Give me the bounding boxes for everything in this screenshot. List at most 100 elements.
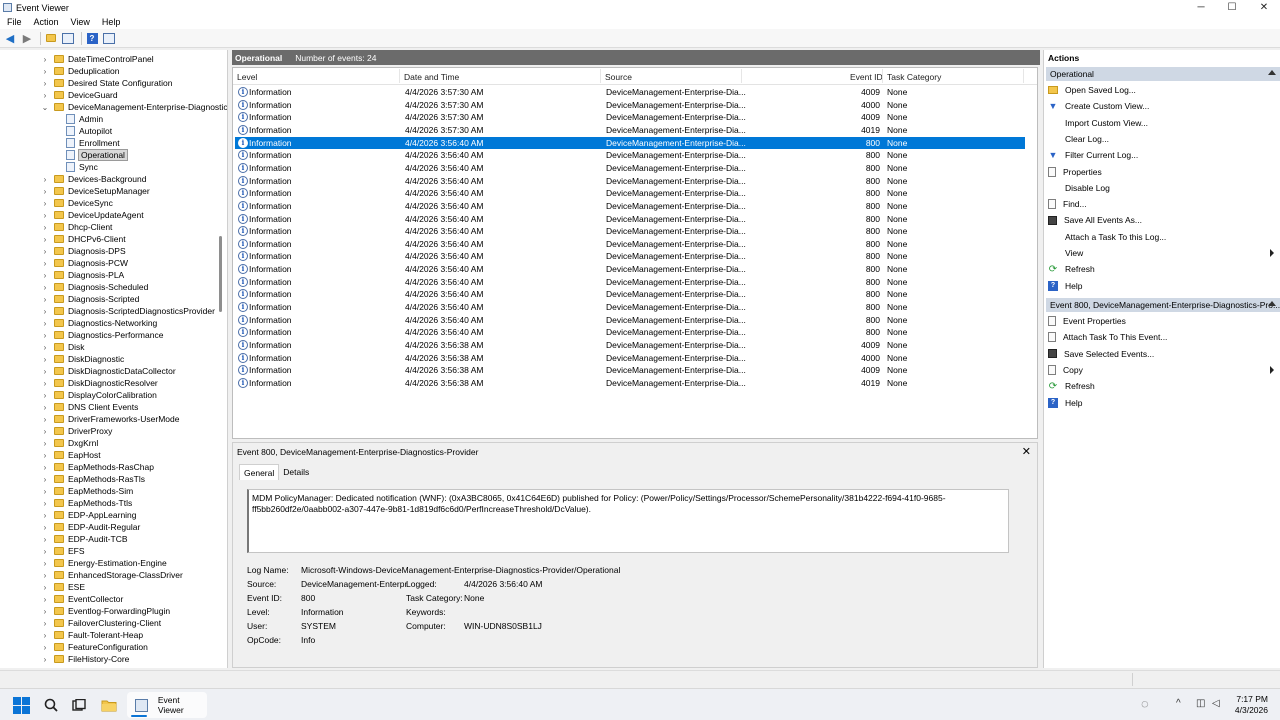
- chevron-up-icon[interactable]: ^: [1176, 698, 1181, 709]
- chevron-right-icon[interactable]: ›: [41, 451, 49, 460]
- event-row[interactable]: i Information 4/4/2026 3:56:40 AM DeviceMan…: [235, 301, 1025, 313]
- event-row[interactable]: i Information 4/4/2026 3:57:30 AM DeviceMan…: [235, 99, 1025, 111]
- tree-item[interactable]: Operational: [66, 149, 128, 161]
- tree-item[interactable]: › EapMethods-Sim: [41, 485, 134, 497]
- action-item[interactable]: ? Help: [1048, 396, 1278, 410]
- tree-item[interactable]: › DxgKrnl: [41, 437, 99, 449]
- chevron-right-icon[interactable]: ›: [41, 427, 49, 436]
- column-divider[interactable]: [882, 69, 883, 83]
- chevron-right-icon[interactable]: ›: [41, 523, 49, 532]
- event-row[interactable]: i Information 4/4/2026 3:57:30 AM DeviceMan…: [235, 86, 1025, 98]
- menu-help[interactable]: Help: [102, 17, 121, 27]
- tree-item[interactable]: › Fault-Tolerant-Heap: [41, 629, 143, 641]
- tree-item[interactable]: › FeatureConfiguration: [41, 641, 148, 653]
- column-divider[interactable]: [1023, 69, 1024, 83]
- chevron-right-icon[interactable]: ›: [41, 307, 49, 316]
- logged-value[interactable]: 4/4/2026 3:56:40 AM: [464, 579, 542, 589]
- event-row[interactable]: i Information 4/4/2026 3:57:30 AM DeviceMan…: [235, 111, 1025, 123]
- up-folder-button[interactable]: [44, 31, 58, 45]
- chevron-right-icon[interactable]: ›: [41, 367, 49, 376]
- tree-item[interactable]: › Diagnosis-DPS: [41, 245, 126, 257]
- chevron-right-icon[interactable]: ›: [41, 67, 49, 76]
- back-button[interactable]: ◀: [3, 31, 17, 45]
- tree-item[interactable]: › Diagnosis-PCW: [41, 257, 128, 269]
- help-toolbar-button[interactable]: ?: [85, 31, 99, 45]
- chevron-right-icon[interactable]: ›: [41, 271, 49, 280]
- event-row[interactable]: i Information 4/4/2026 3:56:40 AM DeviceMan…: [235, 149, 1025, 161]
- chevron-right-icon[interactable]: ›: [41, 619, 49, 628]
- chevron-right-icon[interactable]: ›: [41, 235, 49, 244]
- event-description[interactable]: MDM PolicyManager: Dedicated notificatio…: [247, 489, 1009, 553]
- speaker-icon[interactable]: ◁: [1212, 698, 1220, 709]
- chevron-right-icon[interactable]: ›: [41, 319, 49, 328]
- action-item[interactable]: ? Help: [1048, 279, 1278, 293]
- task-view-button[interactable]: [68, 694, 90, 716]
- column-level[interactable]: Level: [237, 72, 257, 82]
- tree-item[interactable]: › Energy-Estimation-Engine: [41, 557, 167, 569]
- chevron-right-icon[interactable]: ›: [41, 199, 49, 208]
- chevron-right-icon[interactable]: ›: [41, 175, 49, 184]
- opcode-value[interactable]: Info: [301, 635, 315, 645]
- chevron-right-icon[interactable]: ›: [41, 331, 49, 340]
- column-date-time[interactable]: Date and Time: [404, 72, 459, 82]
- chevron-right-icon[interactable]: ›: [41, 259, 49, 268]
- column-divider[interactable]: [741, 69, 742, 83]
- network-icon[interactable]: ◫: [1196, 698, 1205, 709]
- clock[interactable]: 7:17 PM 4/3/2026: [1228, 694, 1268, 716]
- event-row[interactable]: i Information 4/4/2026 3:57:30 AM DeviceMan…: [235, 124, 1025, 136]
- event-row[interactable]: i Information 4/4/2026 3:56:40 AM DeviceMan…: [235, 326, 1025, 338]
- action-item[interactable]: Properties: [1048, 165, 1278, 179]
- file-explorer-button[interactable]: [98, 694, 120, 716]
- column-divider[interactable]: [399, 69, 400, 83]
- action-item[interactable]: Save All Events As...: [1048, 213, 1278, 227]
- event-row[interactable]: i Information 4/4/2026 3:56:40 AM DeviceMan…: [235, 213, 1025, 225]
- show-hide-action-pane-button[interactable]: [102, 31, 116, 45]
- column-source[interactable]: Source: [605, 72, 632, 82]
- action-item[interactable]: View: [1048, 246, 1278, 260]
- event-row[interactable]: i Information 4/4/2026 3:56:40 AM DeviceMan…: [235, 314, 1025, 326]
- tree-item[interactable]: › EventCollector: [41, 593, 124, 605]
- action-item[interactable]: Import Custom View...: [1048, 116, 1278, 130]
- show-hide-tree-button[interactable]: [61, 31, 75, 45]
- event-row[interactable]: i Information 4/4/2026 3:56:40 AM DeviceMan…: [235, 263, 1025, 275]
- minimize-button[interactable]: ─: [1185, 0, 1217, 15]
- chevron-right-icon[interactable]: ›: [41, 463, 49, 472]
- maximize-button[interactable]: ☐: [1216, 0, 1248, 15]
- action-item[interactable]: Clear Log...: [1048, 132, 1278, 146]
- chevron-down-icon[interactable]: ⌄: [41, 103, 49, 112]
- tree-item[interactable]: › EDP-AppLearning: [41, 509, 137, 521]
- action-item[interactable]: Attach a Task To this Log...: [1048, 230, 1278, 244]
- collapse-icon[interactable]: [1268, 70, 1276, 75]
- chevron-right-icon[interactable]: ›: [41, 343, 49, 352]
- action-item[interactable]: ▼ Create Custom View...: [1048, 99, 1278, 113]
- action-item[interactable]: Event Properties: [1048, 314, 1278, 328]
- tree-item[interactable]: › DeviceUpdateAgent: [41, 209, 144, 221]
- chevron-right-icon[interactable]: ›: [41, 55, 49, 64]
- user-value[interactable]: SYSTEM: [301, 621, 336, 631]
- chevron-right-icon[interactable]: ›: [41, 595, 49, 604]
- tree-item[interactable]: › DiskDiagnosticResolver: [41, 377, 158, 389]
- chevron-right-icon[interactable]: ›: [41, 355, 49, 364]
- tree-item[interactable]: › Diagnosis-Scripted: [41, 293, 140, 305]
- event-row[interactable]: i Information 4/4/2026 3:56:40 AM DeviceMan…: [235, 238, 1025, 250]
- action-item[interactable]: ⟳ Refresh: [1048, 379, 1278, 393]
- column-event-id[interactable]: Event ID: [850, 72, 883, 82]
- tree-item[interactable]: › Diagnosis-ScriptedDiagnosticsProvider: [41, 305, 215, 317]
- tree-vertical-scrollbar[interactable]: [219, 236, 222, 312]
- event-row[interactable]: i Information 4/4/2026 3:56:38 AM DeviceMan…: [235, 377, 1025, 389]
- chevron-right-icon[interactable]: ›: [41, 571, 49, 580]
- chevron-right-icon[interactable]: ›: [41, 391, 49, 400]
- chevron-right-icon[interactable]: ›: [41, 499, 49, 508]
- chevron-right-icon[interactable]: ›: [41, 403, 49, 412]
- tree-item[interactable]: › DeviceSync: [41, 197, 113, 209]
- tree-item[interactable]: › EDP-Audit-TCB: [41, 533, 128, 545]
- tree-item[interactable]: › Disk: [41, 341, 85, 353]
- action-item[interactable]: Disable Log: [1048, 181, 1278, 195]
- tree-item[interactable]: › ESE: [41, 581, 85, 593]
- tab-details[interactable]: Details: [279, 464, 313, 480]
- chevron-right-icon[interactable]: ›: [41, 439, 49, 448]
- column-divider[interactable]: [600, 69, 601, 83]
- tree-item[interactable]: › DNS Client Events: [41, 401, 139, 413]
- chevron-right-icon[interactable]: ›: [41, 379, 49, 388]
- collapse-icon[interactable]: [1268, 301, 1276, 306]
